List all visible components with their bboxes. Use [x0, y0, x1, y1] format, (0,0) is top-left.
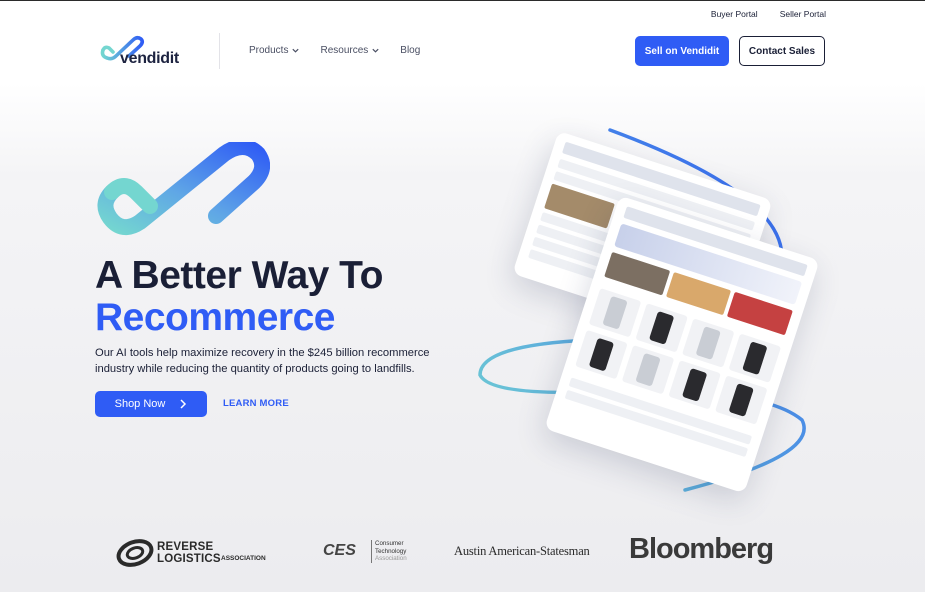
product-tile [635, 303, 688, 353]
chevron-right-icon [180, 399, 187, 409]
vendidit-logo[interactable]: vendidit [99, 34, 199, 70]
product-tile [588, 288, 642, 338]
buyer-portal-link[interactable]: Buyer Portal [711, 9, 758, 19]
product-tile [728, 333, 782, 383]
hero-title-line1: A Better Way To [95, 254, 383, 297]
logo-wordmark: vendidit [120, 50, 179, 67]
check-swoosh-icon [97, 142, 270, 236]
product-tile [621, 345, 675, 395]
reverse-logistics-logo: REVERSE LOGISTICS ASSOCIATION [115, 538, 280, 568]
chevron-down-icon [292, 48, 300, 53]
nav-blog[interactable]: Blog [400, 45, 420, 56]
seller-portal-link[interactable]: Seller Portal [780, 9, 826, 19]
learn-more-link[interactable]: LEARN MORE [223, 398, 289, 409]
rla-sub: ASSOCIATION [221, 555, 266, 562]
shop-now-button[interactable]: Shop Now [95, 391, 207, 417]
sell-on-vendidit-button[interactable]: Sell on Vendidit [635, 36, 729, 66]
hero-title-line2: Recommerce [95, 296, 335, 339]
ces-logo: CES Consumer Technology Association [323, 538, 413, 568]
nav-products[interactable]: Products [249, 45, 300, 56]
hero-subtitle: Our AI tools help maximize recovery in t… [95, 347, 430, 375]
austin-american-statesman-logo: Austin American-Statesman [454, 544, 590, 558]
ces-line1: Consumer [375, 540, 404, 547]
product-tile [714, 375, 768, 425]
ces-text: Consumer Technology Association [371, 540, 407, 563]
nav-products-label: Products [249, 45, 289, 56]
top-border [0, 0, 925, 1]
ces-line3: Association [375, 555, 407, 562]
bloomberg-logo: Bloomberg [629, 533, 774, 565]
main-nav: Products Resources Blog [249, 45, 420, 56]
header-divider [219, 33, 220, 69]
product-tile [681, 318, 735, 368]
shop-now-label: Shop Now [114, 398, 166, 410]
nav-blog-label: Blog [400, 45, 421, 56]
press-logos: REVERSE LOGISTICS ASSOCIATION CES Consum… [0, 530, 925, 574]
product-tile [668, 360, 721, 410]
hero-title: A Better Way To Recommerce [95, 255, 383, 339]
ces-line2: Technology [375, 547, 407, 555]
contact-sales-button[interactable]: Contact Sales [739, 36, 825, 66]
ces-mark: CES [323, 542, 356, 559]
nav-resources-label: Resources [320, 45, 369, 56]
site-header: vendidit Products Resources Blog Sell on… [0, 33, 925, 73]
rla-emblem-icon [116, 539, 154, 567]
chevron-down-icon [372, 48, 379, 53]
product-tile [575, 329, 628, 380]
nav-resources[interactable]: Resources [320, 45, 380, 56]
utility-nav: Buyer Portal Seller Portal [711, 9, 826, 19]
